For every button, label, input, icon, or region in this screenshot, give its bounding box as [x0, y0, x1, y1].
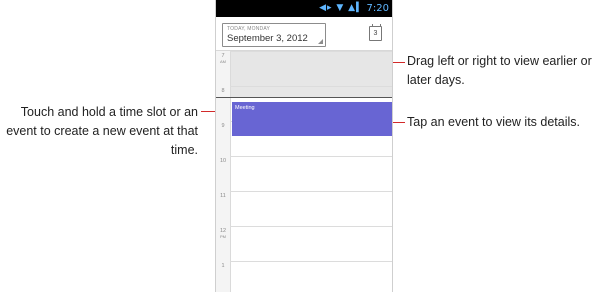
status-bar: ◀▸ ▼ ▲▍ 7:20 — [216, 0, 392, 17]
hour-label: 8 — [221, 88, 225, 94]
hour-line — [230, 51, 392, 52]
phone-screen: ◀▸ ▼ ▲▍ 7:20 TODAY, MONDAY September 3, … — [215, 0, 393, 292]
today-label: TODAY, MONDAY — [227, 26, 271, 32]
event-meeting[interactable]: Meeting — [232, 102, 392, 136]
callout-drag: Drag left or right to view earlier or la… — [407, 54, 592, 87]
date-label: September 3, 2012 — [227, 33, 308, 44]
hour-line — [230, 226, 392, 227]
calendar-header: TODAY, MONDAY September 3, 2012 3 — [216, 17, 392, 51]
hour-label: 12 PM — [219, 228, 227, 239]
event-title: Meeting — [235, 105, 255, 111]
hour-line — [230, 86, 392, 87]
callout-tap-event: Tap an event to view its details. — [407, 115, 581, 129]
status-time: 7:20 — [366, 3, 389, 14]
date-selector[interactable]: TODAY, MONDAY September 3, 2012 — [222, 23, 326, 47]
past-time-area — [216, 51, 392, 98]
hour-label: 9 — [221, 123, 225, 129]
hour-line — [230, 156, 392, 157]
hour-label: 1 — [221, 263, 225, 269]
hour-label: 11 — [220, 193, 226, 199]
hour-label: 10 — [219, 158, 227, 164]
hour-line — [230, 191, 392, 192]
day-view-grid[interactable]: 7 AM 8 9 10 11 12 PM 1 Meeting — [216, 51, 392, 292]
current-time-line — [216, 97, 392, 98]
dropdown-caret-icon — [318, 39, 323, 44]
hour-line — [230, 261, 392, 262]
today-calendar-button[interactable]: 3 — [369, 24, 382, 41]
callout-touch-hold: Touch and hold a time slot or an event t… — [6, 105, 198, 157]
status-icons: ◀▸ ▼ ▲▍ — [319, 3, 364, 13]
hour-label: 7 AM — [220, 53, 226, 64]
